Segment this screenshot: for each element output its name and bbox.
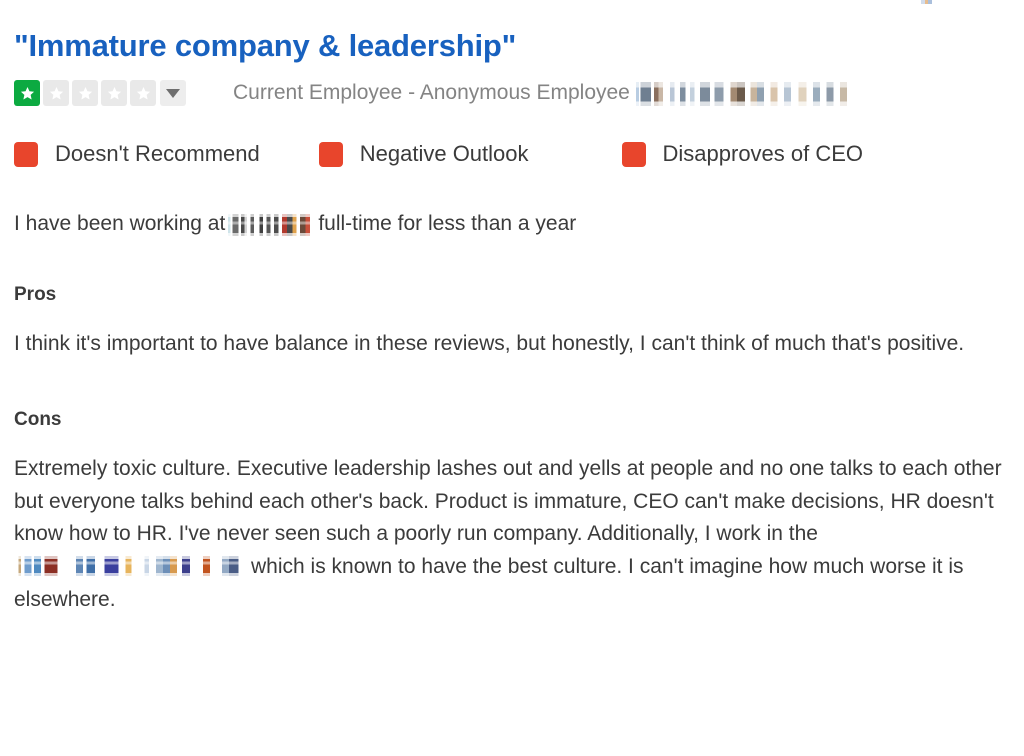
negative-swatch-icon <box>621 141 646 167</box>
badge-negative-outlook: Negative Outlook <box>318 141 529 167</box>
review-container: "Immature company & leadership" Current … <box>0 0 1024 756</box>
badge-doesnt-recommend: Doesn't Recommend <box>14 141 260 167</box>
cons-text-before: Extremely toxic culture. Executive leade… <box>14 456 1002 546</box>
chevron-down-icon <box>166 88 180 98</box>
employment-summary: I have been working at full-time for les… <box>14 211 1010 236</box>
negative-swatch-icon <box>318 141 343 167</box>
badge-disapproves-of-ceo: Disapproves of CEO <box>621 141 864 167</box>
badge-label: Doesn't Recommend <box>55 141 260 166</box>
badge-label: Disapproves of CEO <box>662 141 864 166</box>
cons-heading: Cons <box>14 408 62 430</box>
review-title: "Immature company & leadership" <box>14 28 517 63</box>
star-rating[interactable] <box>14 80 156 106</box>
redacted-company-name-inline <box>228 213 316 236</box>
star-icon-4-empty[interactable] <box>101 80 127 106</box>
clipped-page-artifact <box>921 0 932 4</box>
sentiment-badges-row: Doesn't Recommend Negative Outlook Disap… <box>14 139 1010 169</box>
star-icon-3-empty[interactable] <box>72 80 98 106</box>
redacted-department-name <box>15 556 250 577</box>
star-icon-1-filled[interactable] <box>14 80 40 106</box>
pros-heading: Pros <box>14 284 57 306</box>
cons-text: Extremely toxic culture. Executive leade… <box>14 453 1010 617</box>
review-meta-row: Current Employee - Anonymous Employee <box>14 78 1010 108</box>
star-icon-5-empty[interactable] <box>130 80 156 106</box>
negative-swatch-icon <box>14 141 38 167</box>
employment-suffix: full-time for less than a year <box>318 212 577 235</box>
rating-breakdown-toggle[interactable] <box>160 80 186 106</box>
redacted-company-name-header <box>633 82 858 106</box>
employment-prefix: I have been working at <box>14 212 226 235</box>
star-icon-2-empty[interactable] <box>43 80 69 106</box>
pros-text: I think it's important to have balance i… <box>14 332 965 356</box>
badge-label: Negative Outlook <box>359 141 529 166</box>
employee-status: Current Employee - Anonymous Employee <box>233 81 630 104</box>
